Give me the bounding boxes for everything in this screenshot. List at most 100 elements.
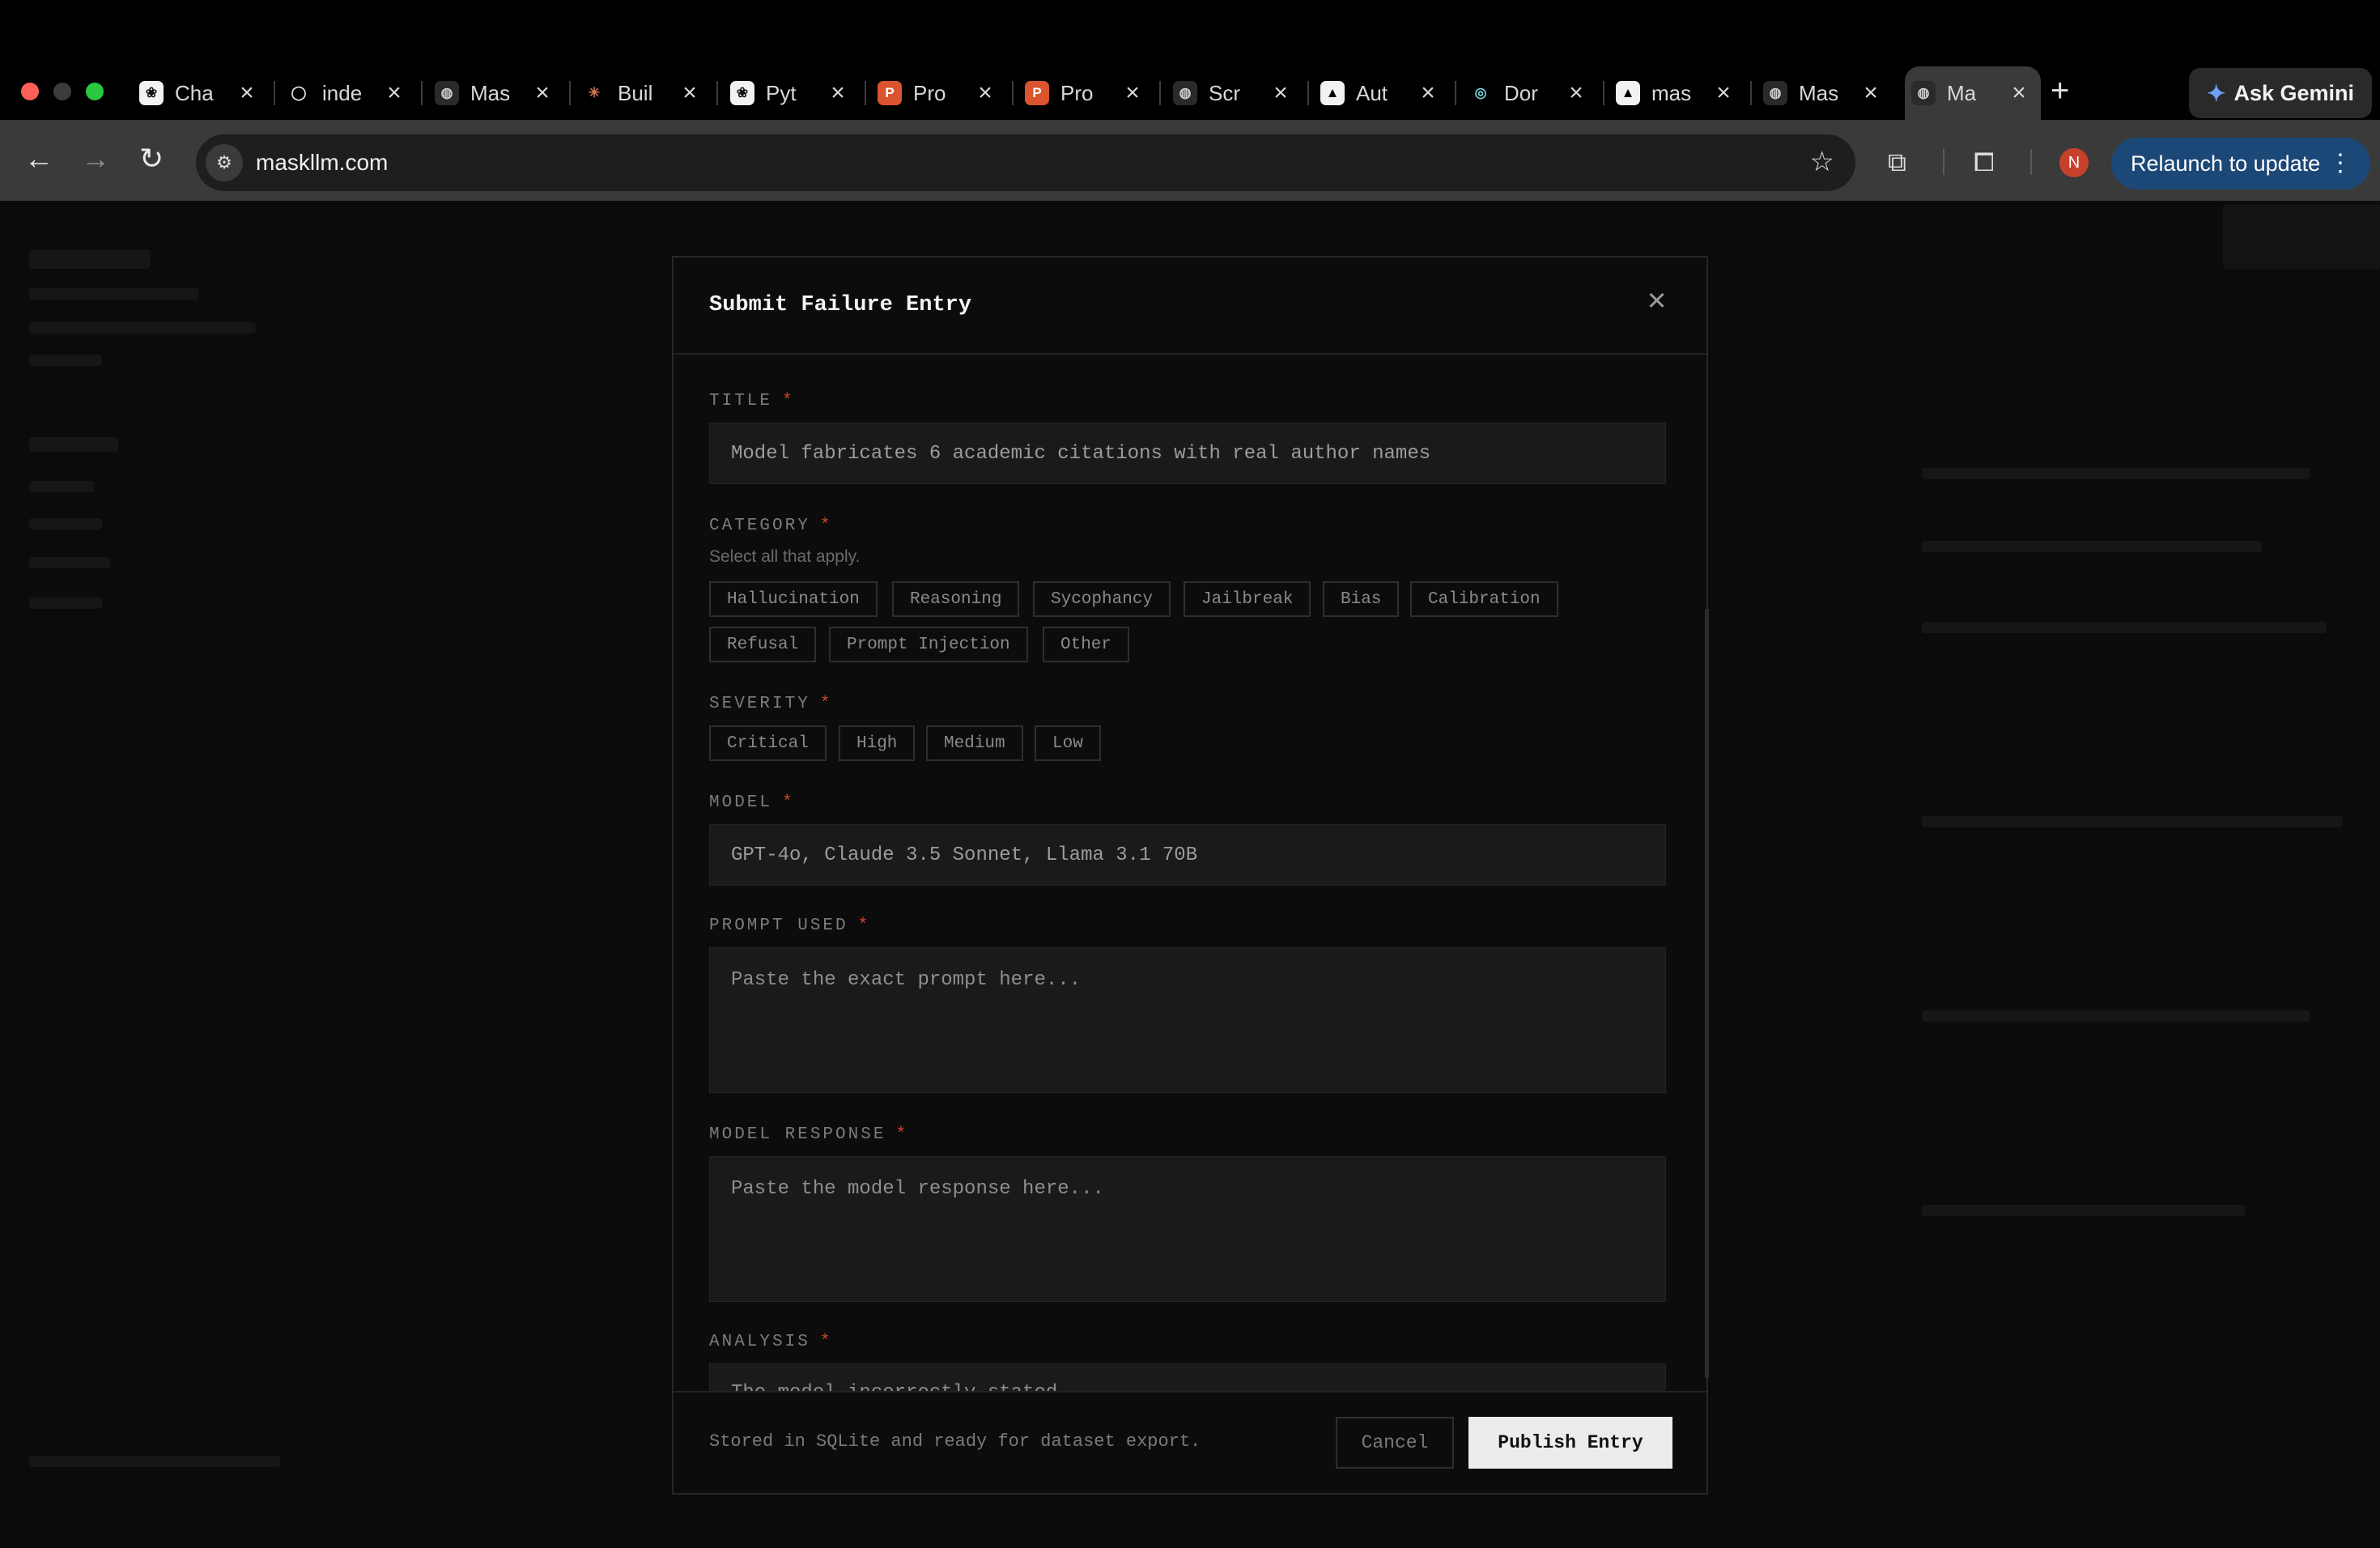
category-chip-calibration[interactable]: Calibration	[1410, 581, 1558, 617]
reload-icon[interactable]: ↻	[139, 144, 164, 173]
more-menu-icon[interactable]: ⋮	[2328, 149, 2352, 177]
ask-gemini-button[interactable]: ✦ Ask Gemini	[2189, 68, 2372, 118]
backdrop-line	[29, 1456, 280, 1467]
prompt-used-placeholder: Paste the exact prompt here...	[731, 969, 1082, 991]
browser-tab[interactable]: ◍ Mas ×	[1757, 66, 1893, 120]
browser-tab[interactable]: P Pro ×	[1018, 66, 1154, 120]
tab-close-icon[interactable]: ×	[827, 81, 848, 105]
model-input[interactable]: GPT-4o, Claude 3.5 Sonnet, Llama 3.1 70B	[709, 824, 1666, 886]
tab-close-icon[interactable]: ×	[679, 81, 700, 105]
dialog-footer: Stored in SQLite and ready for dataset e…	[674, 1391, 1706, 1493]
backdrop-line	[29, 518, 102, 529]
category-chip-bias[interactable]: Bias	[1323, 581, 1400, 617]
tab-divider	[1603, 81, 1604, 105]
close-icon[interactable]: ✕	[1647, 287, 1666, 317]
tab-title: Scr	[1209, 80, 1240, 105]
backdrop-line	[29, 481, 94, 492]
window-close-button[interactable]	[21, 83, 39, 100]
model-label-text: MODEL	[709, 793, 773, 812]
tab-close-icon[interactable]: ×	[384, 81, 405, 105]
browser-tab[interactable]: ◍ Mas ×	[428, 66, 564, 120]
url-text[interactable]: maskllm.com	[256, 150, 388, 176]
backdrop-button	[2223, 204, 2380, 269]
required-mark: *	[819, 1333, 833, 1351]
browser-tab[interactable]: ◍ Scr ×	[1167, 66, 1303, 120]
globe-icon: ◍	[1763, 81, 1787, 105]
model-response-label: MODEL RESPONSE *	[709, 1125, 908, 1144]
globe-icon: ◍	[1911, 81, 1936, 105]
title-label: TITLE *	[709, 392, 795, 410]
prompt-used-label: PROMPT USED *	[709, 916, 870, 935]
browser-tab[interactable]: ✳ Buil ×	[576, 66, 712, 120]
toolbar-divider	[1943, 149, 1944, 175]
required-mark: *	[819, 695, 833, 713]
window-minimize-button[interactable]	[53, 83, 71, 100]
category-chip-reasoning[interactable]: Reasoning	[892, 581, 1020, 617]
publish-entry-button[interactable]: Publish Entry	[1468, 1417, 1672, 1469]
browser-tab[interactable]: ❀ Pyt ×	[724, 66, 860, 120]
severity-chip-high[interactable]: High	[839, 725, 916, 761]
tab-title: Dor	[1504, 80, 1538, 105]
new-tab-button[interactable]: +	[2051, 74, 2069, 107]
browser-tab[interactable]: P Pro ×	[871, 66, 1007, 120]
site-settings-icon[interactable]: ⚙	[206, 144, 243, 181]
severity-chip-low[interactable]: Low	[1035, 725, 1101, 761]
browser-tab[interactable]: ◯ inde ×	[280, 66, 416, 120]
backdrop-line	[1922, 1010, 2310, 1022]
globe-icon: ◍	[435, 81, 459, 105]
model-response-textarea[interactable]: Paste the model response here...	[709, 1156, 1666, 1302]
tab-divider	[569, 81, 571, 105]
profile-avatar[interactable]: N	[2059, 148, 2089, 177]
cancel-button[interactable]: Cancel	[1336, 1417, 1454, 1469]
category-chip-other[interactable]: Other	[1043, 627, 1130, 662]
tab-title: inde	[322, 80, 363, 105]
browser-tab[interactable]: ◍ Ma ×	[1905, 66, 2041, 120]
category-chip-hallucination[interactable]: Hallucination	[709, 581, 878, 617]
gemini-sparkle-icon: ✦	[2206, 80, 2226, 106]
title-input[interactable]: Model fabricates 6 academic citations wi…	[709, 423, 1666, 484]
window-zoom-button[interactable]	[86, 83, 104, 100]
severity-chip-medium[interactable]: Medium	[926, 725, 1023, 761]
tab-title: Buil	[618, 80, 653, 105]
tab-close-icon[interactable]: ×	[975, 81, 996, 105]
relaunch-to-update-button[interactable]: Relaunch to update ⋮	[2111, 138, 2370, 189]
tab-close-icon[interactable]: ×	[236, 81, 257, 105]
tab-close-icon[interactable]: ×	[532, 81, 553, 105]
browser-tab[interactable]: ◎ Dor ×	[1462, 66, 1598, 120]
forward-arrow-icon[interactable]: →	[81, 144, 110, 173]
extensions-icon[interactable]: ⧉	[1888, 149, 1906, 175]
category-chip-sycophancy[interactable]: Sycophancy	[1033, 581, 1171, 617]
prompt-used-textarea[interactable]: Paste the exact prompt here...	[709, 947, 1666, 1093]
tab-divider	[421, 81, 423, 105]
relaunch-label: Relaunch to update	[2131, 151, 2321, 176]
browser-tab[interactable]: ▲ mas ×	[1609, 66, 1745, 120]
globe-icon: ◍	[1173, 81, 1197, 105]
tab-close-icon[interactable]: ×	[1713, 81, 1734, 105]
toolbar-divider	[2030, 149, 2032, 175]
back-arrow-icon[interactable]: ←	[24, 144, 53, 173]
dialog-header: Submit Failure Entry ✕	[674, 257, 1706, 355]
severity-label: SEVERITY *	[709, 695, 832, 713]
tab-close-icon[interactable]: ×	[1860, 81, 1881, 105]
tab-close-icon[interactable]: ×	[1417, 81, 1439, 105]
reading-mode-icon[interactable]: ⧠	[1974, 149, 1995, 175]
tab-close-icon[interactable]: ×	[1122, 81, 1143, 105]
severity-chip-critical[interactable]: Critical	[709, 725, 827, 761]
category-chip-refusal[interactable]: Refusal	[709, 627, 817, 662]
model-label: MODEL *	[709, 793, 795, 812]
model-response-label-text: MODEL RESPONSE	[709, 1125, 886, 1144]
category-label-text: CATEGORY	[709, 517, 810, 535]
category-chip-jailbreak[interactable]: Jailbreak	[1184, 581, 1311, 617]
tab-close-icon[interactable]: ×	[1566, 81, 1587, 105]
backdrop-line	[29, 288, 199, 300]
bookmark-star-icon[interactable]: ☆	[1810, 146, 1834, 178]
tab-divider	[1307, 81, 1309, 105]
address-bar[interactable]: ⚙ maskllm.com ☆	[196, 134, 1855, 191]
tab-close-icon[interactable]: ×	[2008, 81, 2029, 105]
browser-tab[interactable]: ▲ Aut ×	[1314, 66, 1450, 120]
tab-divider	[1750, 81, 1752, 105]
dialog-scrollbar[interactable]	[1705, 609, 1709, 1378]
category-chip-prompt-injection[interactable]: Prompt Injection	[829, 627, 1028, 662]
tab-close-icon[interactable]: ×	[1270, 81, 1291, 105]
browser-tab[interactable]: ❀ Cha ×	[133, 66, 269, 120]
